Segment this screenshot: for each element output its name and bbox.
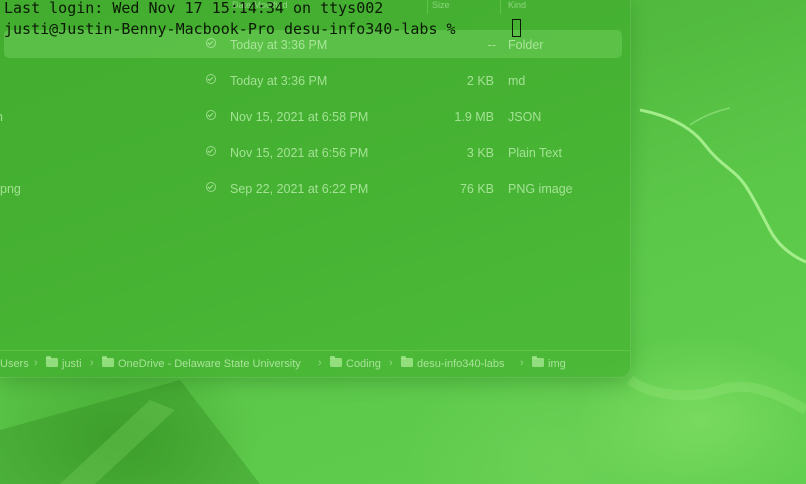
file-date: Today at 3:36 PM: [230, 74, 328, 88]
icloud-check-icon: [206, 182, 216, 192]
folder-icon: [46, 356, 58, 367]
breadcrumb-img[interactable]: img: [548, 358, 566, 370]
column-header-size[interactable]: Size: [432, 0, 496, 14]
file-name: png: [0, 182, 21, 196]
breadcrumb-coding[interactable]: Coding: [346, 358, 381, 370]
column-divider[interactable]: [427, 0, 428, 14]
file-kind: Plain Text: [508, 146, 562, 160]
icloud-check-icon: [206, 146, 216, 156]
file-kind: Folder: [508, 38, 544, 52]
file-kind: PNG image: [508, 182, 573, 196]
file-row[interactable]: Today at 3:36 PM 2 KB md: [0, 66, 622, 94]
column-divider[interactable]: [500, 0, 501, 14]
file-size: --: [487, 38, 496, 52]
breadcrumb-justi[interactable]: justi: [62, 358, 82, 370]
file-date: Today at 3:36 PM: [230, 38, 328, 52]
folder-icon: [330, 356, 342, 367]
file-name: n: [0, 110, 3, 124]
terminal-prompt-line: justi@Justin-Benny-Macbook-Pro desu-info…: [4, 20, 465, 38]
breadcrumb-separator: ›: [34, 357, 38, 369]
file-size: 76 KB: [459, 182, 494, 196]
breadcrumb-onedrive[interactable]: OneDrive - Delaware State University: [118, 358, 301, 370]
terminal-cursor: [512, 19, 521, 37]
column-header-kind[interactable]: Kind: [508, 0, 618, 14]
file-date: Nov 15, 2021 at 6:56 PM: [230, 146, 369, 160]
file-date: Sep 22, 2021 at 6:22 PM: [230, 182, 369, 196]
breadcrumb-separator: ›: [318, 357, 322, 369]
breadcrumb-separator: ›: [90, 357, 94, 369]
file-kind: JSON: [508, 110, 542, 124]
icloud-check-icon: [206, 110, 216, 120]
breadcrumb-desu-info340-labs[interactable]: desu-info340-labs: [417, 358, 504, 370]
file-size: 1.9 MB: [454, 110, 494, 124]
breadcrumb-separator: ›: [389, 357, 393, 369]
path-bar: Users › justi › OneDrive - Delaware Stat…: [0, 350, 630, 377]
terminal-last-login-line: Last login: Wed Nov 17 15:14:34 on ttys0…: [4, 0, 384, 17]
folder-icon: [532, 356, 544, 367]
file-row[interactable]: png Sep 22, 2021 at 6:22 PM 76 KB PNG im…: [0, 174, 622, 202]
folder-icon: [102, 356, 114, 367]
file-size: 2 KB: [466, 74, 494, 88]
breadcrumb-separator: ›: [520, 357, 524, 369]
folder-icon: [401, 356, 413, 367]
file-row[interactable]: Nov 15, 2021 at 6:56 PM 3 KB Plain Text: [0, 138, 622, 166]
desktop-wallpaper: Date Modified Size Kind Today at 3:36 PM…: [0, 0, 806, 484]
file-row[interactable]: n Nov 15, 2021 at 6:58 PM 1.9 MB JSON: [0, 102, 622, 130]
file-kind: md: [508, 74, 526, 88]
breadcrumb-users[interactable]: Users: [0, 358, 29, 370]
file-date: Nov 15, 2021 at 6:58 PM: [230, 110, 369, 124]
file-size: 3 KB: [466, 146, 494, 160]
icloud-check-icon: [206, 74, 216, 84]
finder-window: Date Modified Size Kind Today at 3:36 PM…: [0, 0, 630, 377]
